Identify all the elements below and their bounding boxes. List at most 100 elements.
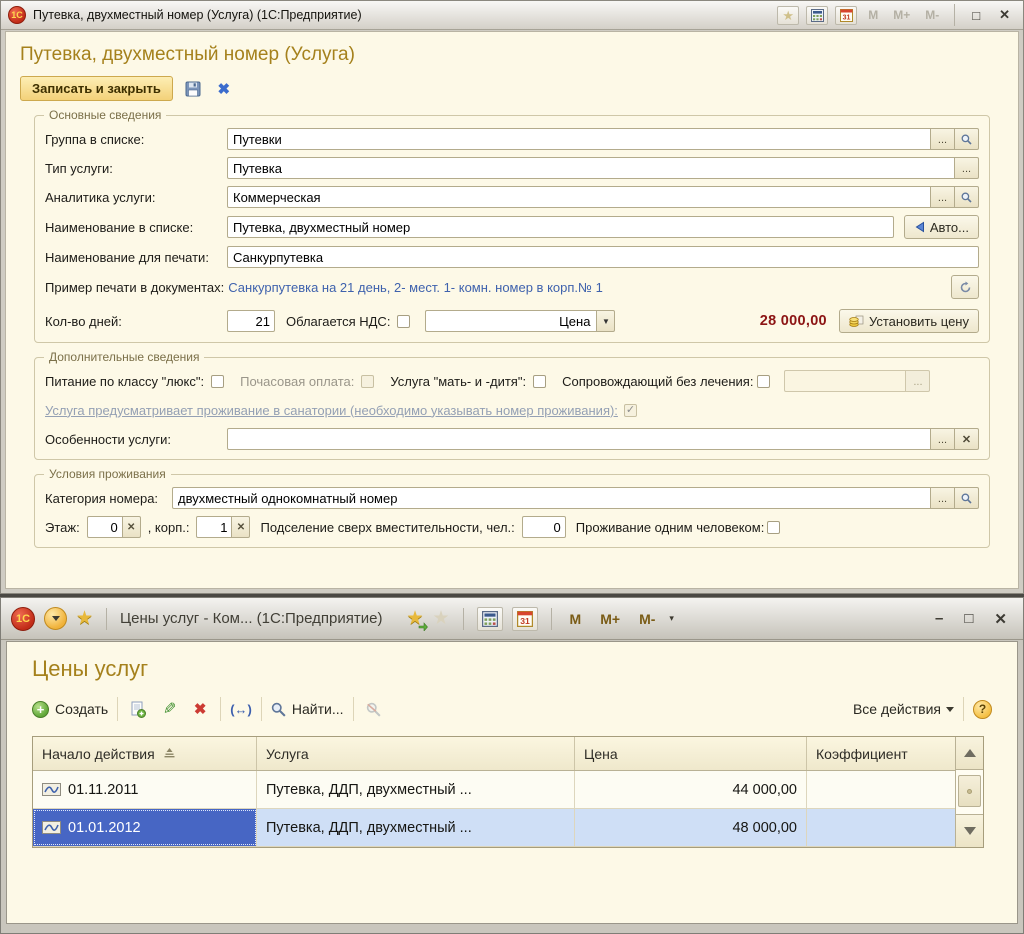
cell-coefficient[interactable] bbox=[807, 809, 955, 846]
cell-price[interactable]: 48 000,00 bbox=[575, 809, 807, 846]
group-open-button[interactable] bbox=[955, 128, 979, 150]
print-example-value: Санкурпутевка на 21 день, 2- мест. 1- ко… bbox=[228, 279, 603, 295]
floor-clear-button[interactable]: ✕ bbox=[122, 516, 141, 538]
add-favorite-button[interactable]: ★ bbox=[406, 609, 428, 631]
mother-child-checkbox[interactable] bbox=[533, 374, 547, 388]
set-interval-button[interactable]: (↔) bbox=[230, 702, 252, 717]
magnifier-icon bbox=[961, 493, 972, 504]
scroll-up-button[interactable] bbox=[956, 737, 983, 770]
scroll-down-button[interactable] bbox=[956, 814, 983, 847]
days-input[interactable] bbox=[227, 310, 275, 332]
1c-logo-icon: 1С bbox=[11, 606, 35, 631]
main-menu-button[interactable] bbox=[44, 607, 67, 630]
building-clear-button[interactable]: ✕ bbox=[232, 516, 251, 538]
list-toolbar: + Создать ✎ ✖ (↔) Найти... Все действия … bbox=[7, 692, 1017, 726]
close-window-button[interactable]: ✕ bbox=[993, 7, 1016, 23]
memory-mminus-button[interactable]: M- bbox=[634, 611, 660, 627]
single-occupancy-checkbox[interactable] bbox=[767, 520, 781, 534]
table-row[interactable]: 01.11.2011 Путевка, ДДП, двухместный ...… bbox=[33, 771, 955, 809]
features-row: Особенности услуги: ... ✕ bbox=[45, 428, 979, 450]
all-actions-button[interactable]: Все действия bbox=[853, 701, 954, 717]
building-input[interactable] bbox=[196, 516, 233, 538]
price-kind-combo[interactable]: Цена ▼ bbox=[425, 310, 616, 332]
list-name-input[interactable] bbox=[227, 216, 894, 238]
copy-button[interactable] bbox=[127, 698, 149, 720]
service-type-choose-button[interactable]: ... bbox=[955, 157, 979, 179]
features-choose-button[interactable]: ... bbox=[931, 428, 955, 450]
chevron-down-icon bbox=[946, 706, 954, 712]
cell-service[interactable]: Путевка, ДДП, двухместный ... bbox=[257, 771, 575, 808]
close-form-button[interactable]: ✖ bbox=[213, 78, 235, 100]
cell-start-date[interactable]: 01.01.2012 bbox=[33, 809, 257, 846]
find-button[interactable]: Найти... bbox=[271, 701, 344, 717]
group-choose-button[interactable]: ... bbox=[931, 128, 955, 150]
calendar-button[interactable]: 31 bbox=[835, 5, 858, 25]
star-icon: ★ bbox=[782, 7, 795, 23]
svg-text:31: 31 bbox=[842, 14, 850, 21]
service-type-input[interactable] bbox=[227, 157, 955, 179]
cell-coefficient[interactable] bbox=[807, 771, 955, 808]
edit-button[interactable]: ✎ bbox=[158, 698, 180, 720]
save-button[interactable] bbox=[182, 78, 204, 100]
column-header-coefficient[interactable]: Коэффициент bbox=[807, 737, 955, 770]
save-and-close-button[interactable]: Записать и закрыть bbox=[20, 76, 173, 101]
room-category-input[interactable] bbox=[172, 487, 931, 509]
column-header-start-date[interactable]: Начало действия bbox=[33, 737, 257, 770]
room-category-choose-button[interactable]: ... bbox=[931, 487, 955, 509]
favorites-star-button[interactable]: ★ bbox=[777, 5, 800, 25]
calculator-button[interactable] bbox=[476, 606, 503, 631]
minimize-button[interactable]: – bbox=[929, 610, 949, 627]
lux-label: Питание по классу "люкс": bbox=[45, 373, 205, 389]
calculator-button[interactable] bbox=[806, 5, 829, 25]
auto-name-button[interactable]: Авто... bbox=[903, 215, 979, 239]
analytics-open-button[interactable] bbox=[955, 186, 979, 208]
lux-checkbox[interactable] bbox=[211, 374, 225, 388]
vertical-scrollbar[interactable] bbox=[955, 737, 983, 847]
green-arrow-icon bbox=[418, 621, 428, 631]
column-header-price[interactable]: Цена bbox=[575, 737, 807, 770]
calendar-button[interactable]: 31 bbox=[511, 606, 538, 631]
room-category-field: ... bbox=[172, 487, 979, 509]
list-name-row: Наименование в списке: Авто... bbox=[45, 215, 979, 239]
vat-checkbox[interactable] bbox=[397, 314, 411, 328]
create-button[interactable]: + Создать bbox=[32, 700, 108, 718]
memory-mplus-button[interactable]: M+ bbox=[595, 611, 625, 627]
favorites-star-icon[interactable]: ★ bbox=[76, 609, 93, 628]
floor-row: Этаж: ✕ , корп.: ✕ Подселение сверх вмес… bbox=[45, 516, 979, 538]
memory-m-button[interactable]: M bbox=[565, 611, 587, 627]
analytics-choose-button[interactable]: ... bbox=[931, 186, 955, 208]
group-input[interactable] bbox=[227, 128, 931, 150]
combo-dropdown-button[interactable]: ▼ bbox=[596, 310, 616, 332]
toolbar-overflow-icon[interactable]: ▾ bbox=[669, 613, 674, 624]
table-row-selected[interactable]: 01.01.2012 Путевка, ДДП, двухместный ...… bbox=[33, 809, 955, 847]
scrollbar-track[interactable] bbox=[956, 770, 983, 814]
window-title: Цены услуг - Ком... (1С:Предприятие) bbox=[120, 610, 383, 627]
maximize-button[interactable]: □ bbox=[966, 8, 986, 23]
form-command-bar: Записать и закрыть ✖ bbox=[20, 76, 1004, 101]
extra-capacity-input[interactable] bbox=[521, 516, 566, 538]
help-button[interactable]: ? bbox=[973, 699, 992, 719]
prices-table: Начало действия Услуга Цена Коэффициент … bbox=[32, 736, 984, 848]
analytics-input[interactable] bbox=[227, 186, 931, 208]
maximize-button[interactable]: □ bbox=[958, 610, 979, 627]
cell-start-date[interactable]: 01.11.2011 bbox=[33, 771, 257, 808]
close-window-button[interactable]: ✕ bbox=[988, 610, 1013, 628]
print-name-input[interactable] bbox=[227, 246, 979, 268]
room-category-open-button[interactable] bbox=[955, 487, 979, 509]
cell-price[interactable]: 44 000,00 bbox=[575, 771, 807, 808]
scrollbar-thumb[interactable] bbox=[958, 775, 981, 807]
arrow-up-icon bbox=[963, 749, 976, 757]
column-label: Коэффициент bbox=[816, 745, 908, 762]
escort-checkbox[interactable] bbox=[757, 374, 771, 388]
features-input[interactable] bbox=[227, 428, 931, 450]
set-price-button[interactable]: Установить цену bbox=[838, 309, 979, 333]
refresh-example-button[interactable] bbox=[951, 275, 979, 299]
delete-button[interactable]: ✖ bbox=[189, 698, 211, 720]
features-clear-button[interactable]: ✕ bbox=[955, 428, 979, 450]
features-label: Особенности услуги: bbox=[45, 431, 171, 447]
floor-input[interactable] bbox=[86, 516, 123, 538]
set-price-label: Установить цену bbox=[868, 313, 969, 329]
column-header-service[interactable]: Услуга bbox=[257, 737, 575, 770]
cell-service[interactable]: Путевка, ДДП, двухместный ... bbox=[257, 809, 575, 846]
sanatorium-link[interactable]: Услуга предусматривает проживание в сана… bbox=[45, 403, 618, 418]
